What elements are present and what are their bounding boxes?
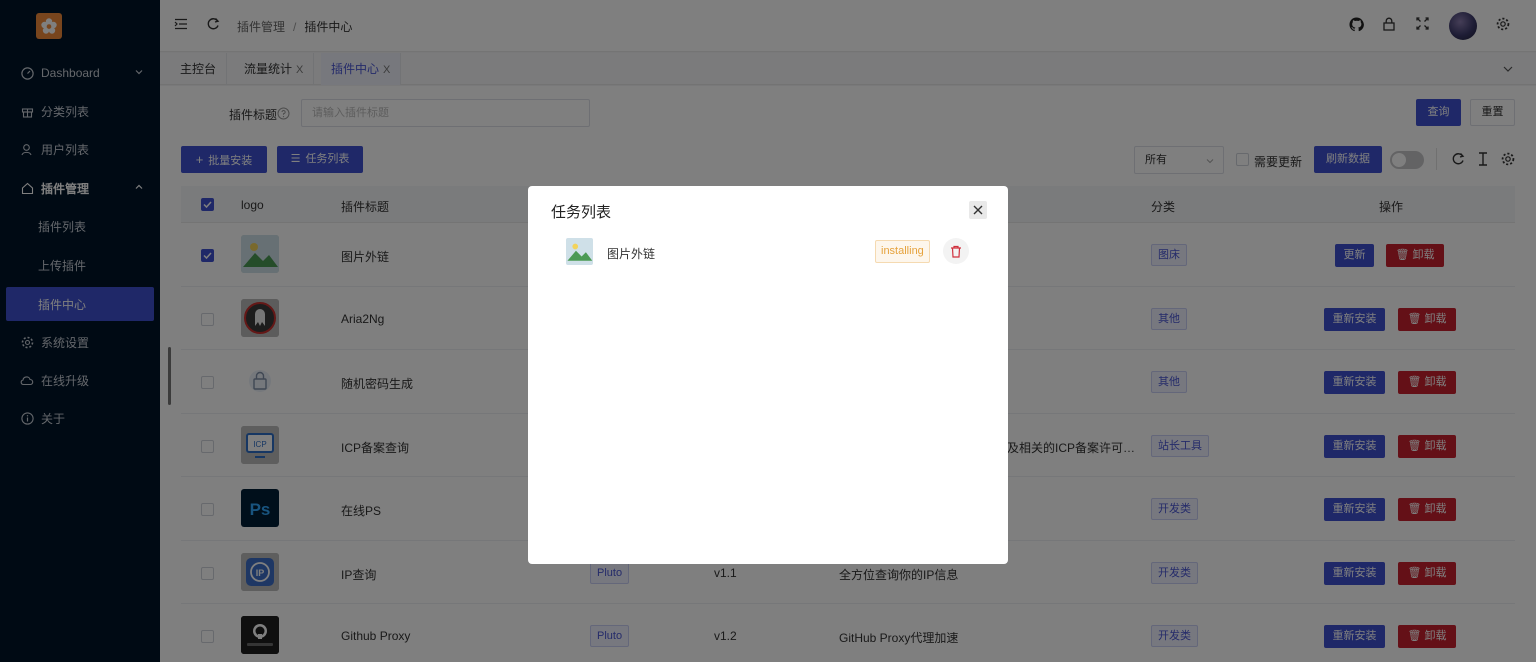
close-button[interactable] bbox=[969, 201, 987, 219]
task-item: 图片外链 installing bbox=[566, 238, 970, 265]
close-icon bbox=[973, 205, 983, 215]
delete-task-button[interactable] bbox=[943, 238, 969, 264]
modal-title: 任务列表 bbox=[551, 204, 612, 221]
trash-icon bbox=[950, 245, 962, 258]
status-badge: installing bbox=[875, 240, 930, 263]
image-placeholder-icon bbox=[566, 238, 593, 265]
task-name: 图片外链 bbox=[607, 247, 656, 261]
task-list-modal: 任务列表 图片外链 installing bbox=[528, 186, 1008, 564]
